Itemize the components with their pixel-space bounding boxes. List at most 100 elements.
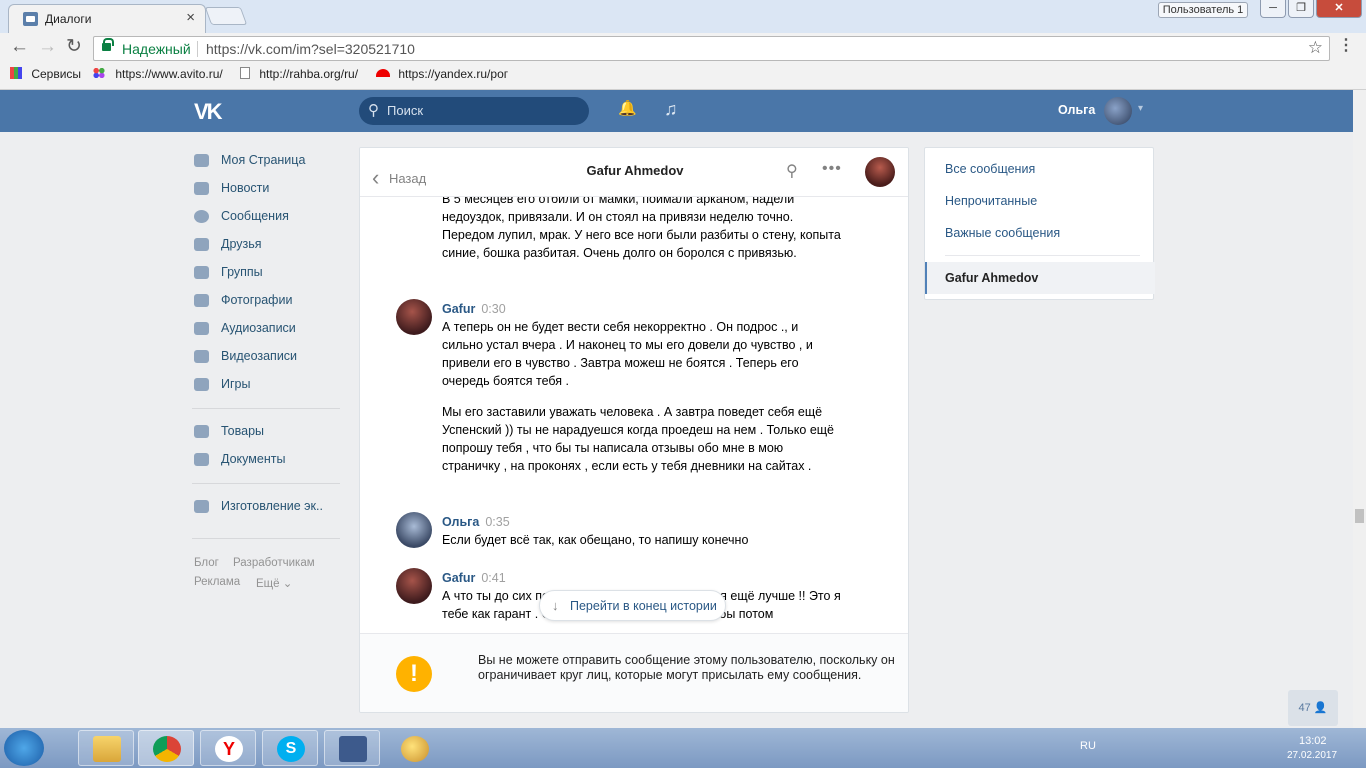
filter-important[interactable]: Важные сообщения — [945, 226, 1060, 240]
chat-panel: ‹ Назад Gafur Ahmedov ⚲ ••• В 5 месяцев … — [359, 147, 909, 713]
sidebar-item-label: Группы — [221, 265, 263, 279]
avatar[interactable] — [396, 512, 432, 548]
avatar[interactable] — [1104, 97, 1132, 125]
taskbar-chrome[interactable] — [138, 730, 194, 766]
sidebar-item-label: Друзья — [221, 237, 262, 251]
clock-date[interactable]: 27.02.2017 — [1287, 750, 1337, 761]
bookmark-star-icon[interactable]: ☆ — [1308, 38, 1323, 58]
vk-logo[interactable]: VK — [194, 99, 223, 125]
language-indicator[interactable]: RU — [1080, 740, 1096, 752]
author-name: Gafur — [442, 302, 476, 316]
sidebar-item-documents[interactable]: Документы — [192, 446, 342, 474]
folder-icon — [93, 736, 121, 762]
vk-header: VK ⚲ Поиск 🔔 ♫ Ольга ▾ — [0, 90, 1353, 132]
sidebar-item-games[interactable]: Игры — [192, 371, 342, 399]
more-options-icon[interactable]: ••• — [822, 160, 842, 178]
sidebar-item-community[interactable]: Изготовление эк.. — [192, 493, 342, 521]
chevron-down-icon[interactable]: ▾ — [1138, 103, 1143, 114]
messages-icon — [194, 210, 209, 223]
message-author[interactable]: Gafur 0:30 — [442, 302, 506, 316]
url-divider — [197, 41, 198, 57]
avatar[interactable] — [396, 568, 432, 604]
taskbar-keyboard[interactable] — [324, 730, 380, 766]
minimize-button[interactable]: ─ — [1260, 0, 1286, 18]
active-conversation-item[interactable]: Gafur Ahmedov — [925, 262, 1155, 294]
search-icon[interactable]: ⚲ — [786, 161, 798, 181]
avatar[interactable] — [865, 157, 895, 187]
sidebar-item-label: Игры — [221, 377, 251, 391]
secure-label: Надежный — [122, 41, 191, 57]
back-arrow-icon[interactable]: ← — [10, 37, 29, 57]
bookmarks-bar: Сервисы https://www.avito.ru/ http://rah… — [0, 62, 1366, 90]
sidebar-item-audio[interactable]: Аудиозаписи — [192, 315, 342, 343]
sidebar-item-label: Видеозаписи — [221, 349, 298, 363]
paint-palette-icon — [401, 736, 429, 762]
sidebar-divider — [192, 538, 340, 539]
address-bar-row: ← → ↻ Надежный https://vk.com/im?sel=320… — [0, 33, 1366, 62]
taskbar-paint[interactable] — [386, 730, 442, 766]
forward-arrow-icon[interactable]: → — [38, 37, 57, 57]
home-icon — [194, 154, 209, 167]
start-button-icon[interactable] — [4, 730, 44, 766]
bookmark-label: https://yandex.ru/poг — [398, 67, 509, 81]
page-scrollbar[interactable] — [1353, 90, 1366, 728]
avito-icon — [92, 67, 106, 79]
footer-link-ads[interactable]: Реклама — [194, 576, 240, 588]
maximize-button[interactable]: ❐ — [1288, 0, 1314, 18]
jump-to-end-label: Перейти в конец истории — [570, 599, 717, 613]
scrollbar-thumb[interactable] — [1355, 509, 1364, 523]
avatar[interactable] — [396, 299, 432, 335]
url-text[interactable]: https://vk.com/im?sel=320521710 — [206, 41, 415, 57]
sidebar-item-groups[interactable]: Группы — [192, 259, 342, 287]
active-conversation-label: Gafur Ahmedov — [945, 271, 1039, 285]
author-name: Ольга — [442, 515, 480, 529]
user-name[interactable]: Ольга — [1058, 103, 1095, 117]
url-field[interactable]: Надежный https://vk.com/im?sel=320521710… — [93, 36, 1330, 61]
bookmark-avito[interactable]: https://www.avito.ru/ — [92, 67, 223, 81]
close-window-button[interactable]: ✕ — [1316, 0, 1362, 18]
filter-unread[interactable]: Непрочитанные — [945, 194, 1037, 208]
clock-time[interactable]: 13:02 — [1299, 735, 1327, 747]
bookmark-yandex[interactable]: https://yandex.ru/poг — [376, 67, 508, 81]
message-author[interactable]: Ольга 0:35 — [442, 515, 510, 529]
sidebar-item-video[interactable]: Видеозаписи — [192, 343, 342, 371]
sidebar-item-news[interactable]: Новости — [192, 175, 342, 203]
bookmark-rahba[interactable]: http://rahba.org/ru/ — [240, 67, 358, 81]
profile-button[interactable]: Пользователь 1 — [1158, 2, 1248, 18]
sidebar-item-my-page[interactable]: Моя Страница — [192, 147, 342, 175]
camera-icon — [194, 294, 209, 307]
sidebar-item-label: Аудиозаписи — [221, 321, 296, 335]
message-text: Если будет всё так, как обещано, то напи… — [442, 533, 749, 547]
footer-link-developers[interactable]: Разработчикам — [233, 557, 315, 569]
search-input[interactable]: ⚲ Поиск — [359, 97, 589, 125]
taskbar-skype[interactable]: S — [262, 730, 318, 766]
new-tab-button[interactable] — [204, 7, 248, 25]
sidebar-divider — [192, 408, 340, 409]
reload-icon[interactable]: ↻ — [66, 37, 82, 57]
taskbar-yandex[interactable]: Y — [200, 730, 256, 766]
sidebar-item-messages[interactable]: Сообщения — [192, 203, 342, 231]
tab-close-icon[interactable]: × — [186, 9, 195, 26]
sidebar-divider — [192, 483, 340, 484]
author-name: Gafur — [442, 571, 476, 585]
bookmark-services[interactable]: Сервисы — [10, 67, 81, 81]
video-icon — [194, 350, 209, 363]
sidebar-item-friends[interactable]: Друзья — [192, 231, 342, 259]
footer-link-blog[interactable]: Блог — [194, 557, 219, 569]
browser-tab[interactable]: Диалоги × — [8, 4, 206, 33]
taskbar-explorer[interactable] — [78, 730, 134, 766]
sidebar-item-label: Сообщения — [221, 209, 289, 223]
jump-to-end-button[interactable]: ↓ Перейти в конец истории — [539, 590, 726, 621]
footer-link-more[interactable]: Ещё ⌄ — [256, 576, 292, 590]
bell-icon[interactable]: 🔔 — [618, 99, 637, 117]
music-note-icon[interactable]: ♫ — [664, 99, 678, 120]
sidebar-item-photos[interactable]: Фотографии — [192, 287, 342, 315]
message-list[interactable]: В 5 месяцев его отбили от мамки, поймали… — [360, 197, 908, 633]
browser-menu-icon[interactable]: ⋮ — [1338, 35, 1354, 55]
online-counter[interactable]: 47 👤 — [1288, 690, 1338, 726]
sidebar-item-market[interactable]: Товары — [192, 418, 342, 446]
keyboard-icon — [339, 736, 367, 762]
message-author[interactable]: Gafur 0:41 — [442, 571, 506, 585]
filter-all-messages[interactable]: Все сообщения — [945, 162, 1035, 176]
shop-icon — [194, 425, 209, 438]
